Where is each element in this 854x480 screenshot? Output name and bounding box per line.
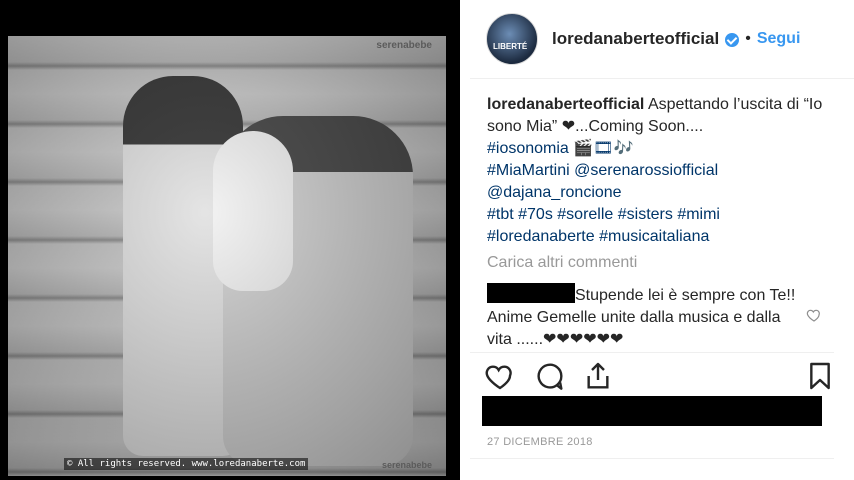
avatar-label: LIBERTÉ — [493, 42, 528, 51]
caption-line-tags2[interactable]: #loredanaberte #musicaitaliana — [487, 226, 837, 248]
avatar[interactable]: LIBERTÉ — [486, 13, 538, 65]
post-photo[interactable]: serenabebe © All rights reserved. www.lo… — [0, 0, 460, 480]
photo-image: serenabebe © All rights reserved. www.lo… — [8, 36, 446, 476]
photo-shade — [8, 36, 446, 476]
post-header: LIBERTÉ loredanaberteofficial • Segui — [470, 0, 854, 79]
redacted-likes — [482, 396, 822, 426]
caption-line-tags[interactable]: #tbt #70s #sorelle #sisters #mimi — [487, 204, 837, 226]
caption-line-dajana[interactable]: @dajana_roncione — [487, 182, 837, 204]
comment-icon[interactable] — [534, 360, 566, 392]
share-icon[interactable] — [582, 360, 614, 392]
divider-bottom — [470, 458, 834, 459]
header-separator: • — [745, 30, 751, 47]
caption-username[interactable]: loredanaberteofficial — [487, 96, 644, 113]
post-caption: loredanaberteofficial Aspettando l’uscit… — [487, 94, 837, 248]
caption-line-miamartini[interactable]: #MiaMartini @serenarossiofficial — [487, 160, 837, 182]
bookmark-icon[interactable] — [804, 360, 836, 392]
header-username[interactable]: loredanaberteofficial — [552, 29, 719, 49]
divider — [470, 352, 834, 353]
load-more-comments-link[interactable]: Carica altri commenti — [487, 254, 637, 272]
comment: Stupende lei è sempre con Te!! Anime Gem… — [487, 283, 807, 351]
caption-hashtag-iosonomia[interactable]: #iosonomia 🎬🎞🎶 — [487, 138, 837, 160]
photo-watermark-top: serenabebe — [376, 40, 432, 51]
post-date: 27 DICEMBRE 2018 — [487, 436, 593, 448]
comment-like-heart-icon[interactable] — [806, 307, 822, 323]
follow-button[interactable]: Segui — [757, 30, 801, 48]
action-bar — [484, 360, 834, 396]
heart-icon[interactable] — [484, 360, 516, 392]
verified-badge-icon — [725, 33, 740, 47]
photo-rights-text: © All rights reserved. www.loredanaberte… — [64, 458, 309, 470]
photo-watermark-bottom: serenabebe — [381, 460, 432, 470]
redacted-username — [487, 283, 575, 303]
